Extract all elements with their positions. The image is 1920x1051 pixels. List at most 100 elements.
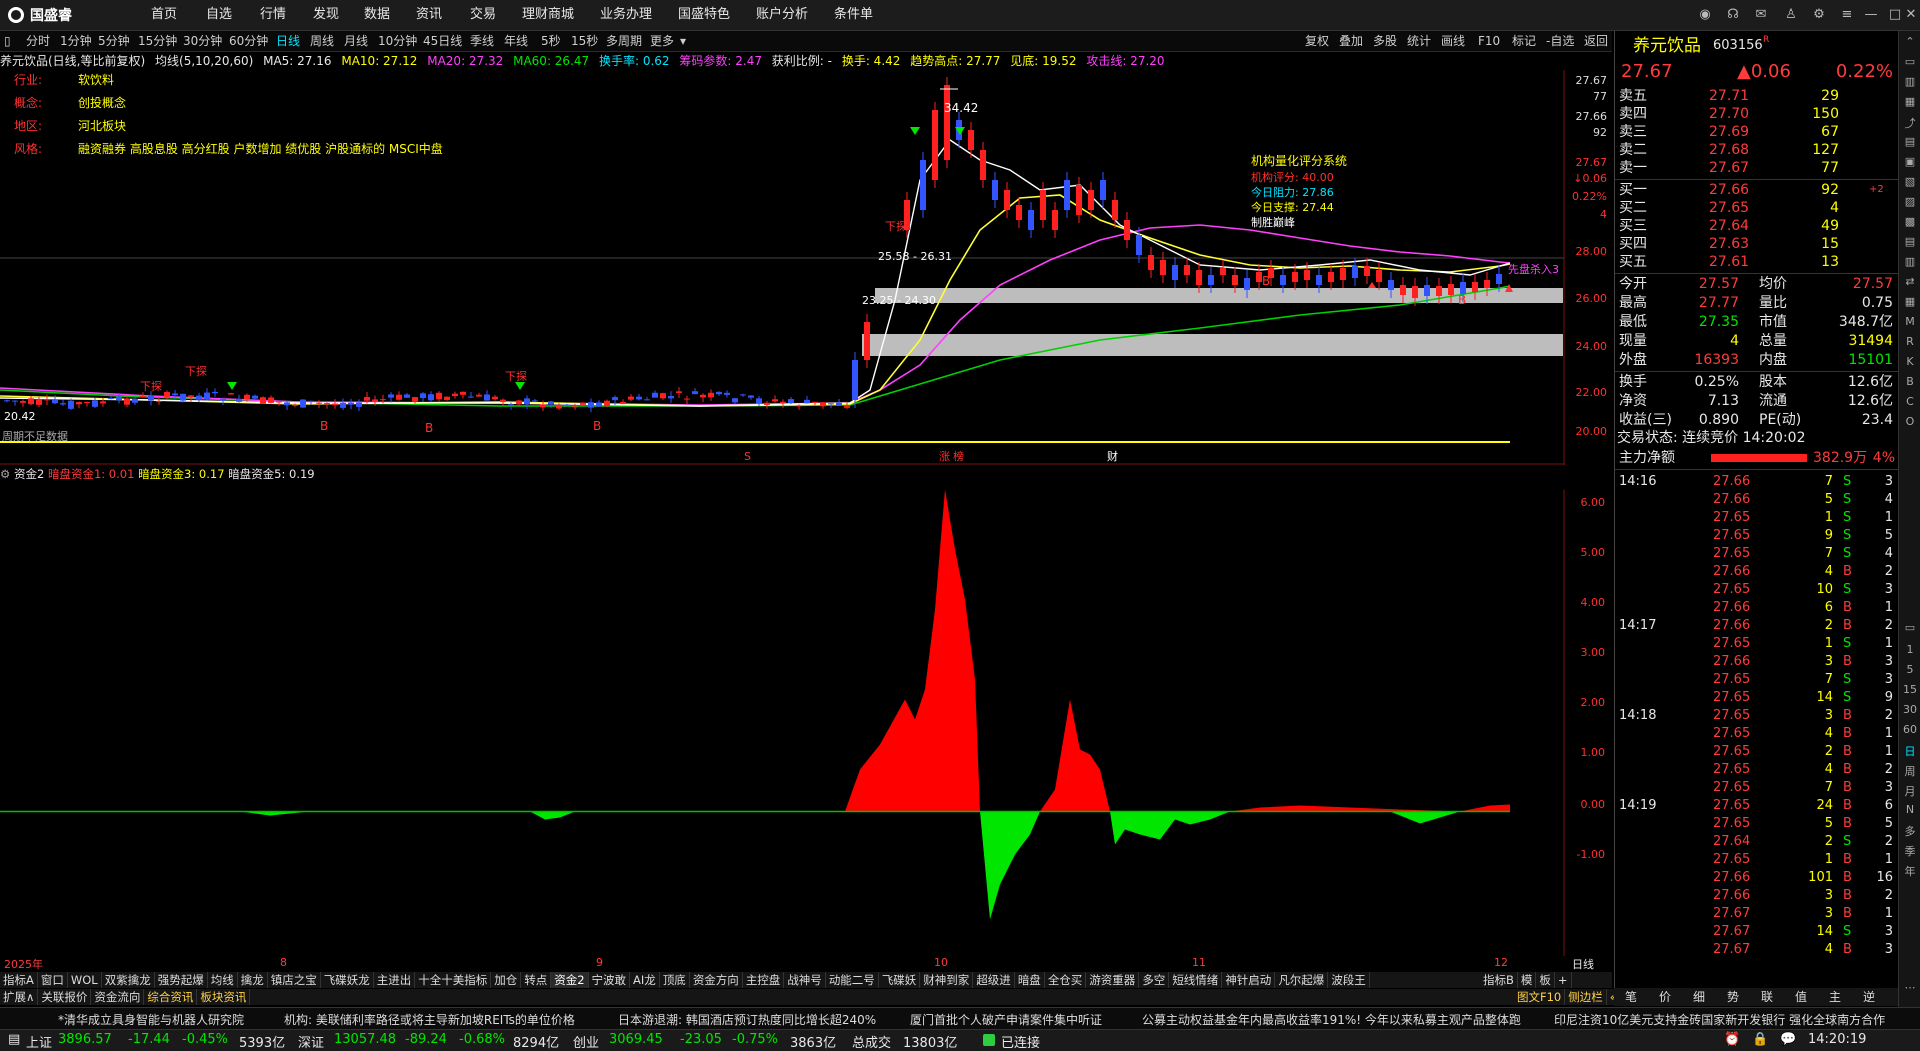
menu-trade[interactable]: 交易 xyxy=(470,0,496,30)
flow-icon[interactable]: ⇄ xyxy=(1902,275,1918,289)
ask-row[interactable]: 卖五 27.71 29 xyxy=(1617,87,1897,105)
tab-indicator[interactable]: WOL xyxy=(68,972,102,988)
side-fenshi-icon[interactable]: ▭ xyxy=(1902,621,1918,635)
kline-icon[interactable]: ▥ xyxy=(1902,75,1918,89)
sub-gear-icon[interactable]: ⚙ xyxy=(0,467,10,481)
tab-detail[interactable]: 细 xyxy=(1682,988,1716,1006)
side-month-icon[interactable]: 月 xyxy=(1902,783,1918,798)
tab-indicator[interactable]: 游资重器 xyxy=(1086,972,1140,988)
side-day-icon[interactable]: 日 xyxy=(1902,743,1918,758)
side-multi-icon[interactable]: 多 xyxy=(1902,823,1918,838)
shirt-icon[interactable]: ♙ xyxy=(1780,5,1802,25)
period-15min[interactable]: 15分钟 xyxy=(138,31,177,51)
tab-capital-flow[interactable]: 资金流向 xyxy=(91,989,145,1005)
ma-label[interactable]: 均线(5,10,20,60) xyxy=(155,54,253,68)
tab-indicator[interactable]: 加仓 xyxy=(491,972,522,988)
kdj-icon[interactable]: K xyxy=(1902,355,1918,369)
tab-indicator[interactable]: 指标A xyxy=(0,972,38,988)
tool-remove-watch[interactable]: -自选 xyxy=(1546,31,1574,51)
settings-icon[interactable]: ⚙ xyxy=(1808,5,1830,25)
ticker-item[interactable]: 厦门首批个人破产申请案件集中听证 xyxy=(910,1011,1102,1028)
tab-indicator[interactable]: 主进出 xyxy=(374,972,416,988)
side-quarter-icon[interactable]: 季 xyxy=(1902,843,1918,858)
tab-indicator[interactable]: 转点 xyxy=(521,972,552,988)
ticker-item[interactable]: 公募主动权益基金年内最高收益率191%! 今年以来私募主观产品整体跑 xyxy=(1142,1011,1521,1028)
tab-indicator-b[interactable]: 指标B xyxy=(1480,972,1518,988)
tab-main[interactable]: 主 xyxy=(1818,988,1852,1006)
side-1-icon[interactable]: 1 xyxy=(1902,643,1918,657)
rsi-icon[interactable]: R xyxy=(1902,335,1918,349)
tab-indicator[interactable]: 主控盘 xyxy=(743,972,785,988)
tool-stats[interactable]: 统计 xyxy=(1407,31,1431,51)
tool-back[interactable]: 返回 xyxy=(1584,31,1608,51)
message-icon[interactable]: ◉ xyxy=(1694,5,1716,25)
tab-indicator[interactable]: AI龙 xyxy=(630,972,660,988)
tab-indicator[interactable]: 十全十美指标 xyxy=(415,972,492,988)
tool-mark[interactable]: 标记 xyxy=(1512,31,1536,51)
side-5-icon[interactable]: 5 xyxy=(1902,663,1918,677)
period-5min[interactable]: 5分钟 xyxy=(98,31,130,51)
f10-icon[interactable]: ▧ xyxy=(1902,175,1918,189)
bid-row[interactable]: 买三 27.64 49 xyxy=(1617,217,1897,235)
tab-f10[interactable]: 图文F10 xyxy=(1514,989,1566,1005)
sh-name[interactable]: 上证 xyxy=(26,1032,52,1051)
headset-icon[interactable]: ☊ xyxy=(1722,5,1744,25)
period-15sec[interactable]: 15秒 xyxy=(571,31,598,51)
tab-indicator[interactable]: 强势起爆 xyxy=(155,972,208,988)
period-monthly[interactable]: 月线 xyxy=(344,31,368,51)
menu-icon[interactable]: ≡ xyxy=(1836,5,1858,25)
tab-related-quote[interactable]: 关联报价 xyxy=(38,989,92,1005)
minimize-icon[interactable]: — xyxy=(1860,5,1882,25)
tab-indicator[interactable]: 镇店之宝 xyxy=(268,972,321,988)
ticker-item[interactable]: 印尼注资10亿美元支持金砖国家新开发银行 强化全球南方合作 xyxy=(1554,1011,1885,1028)
ask-row[interactable]: 卖四 27.70 150 xyxy=(1617,105,1897,123)
minute-chart-icon[interactable]: ▭ xyxy=(1902,55,1918,69)
tool-overlay[interactable]: 叠加 xyxy=(1339,31,1363,51)
tab-indicator[interactable]: 擒龙 xyxy=(238,972,268,988)
chat-icon[interactable]: 💬 xyxy=(1780,1032,1796,1047)
period-settings-icon[interactable]: ▯ xyxy=(4,31,11,51)
grid-icon[interactable]: ▩ xyxy=(1902,215,1918,229)
boll-icon[interactable]: B xyxy=(1902,375,1918,389)
trend-icon[interactable]: ⤴ xyxy=(1902,115,1918,130)
dice-icon[interactable]: ▦ xyxy=(1902,295,1918,309)
status-menu-icon[interactable]: ▤ xyxy=(8,1032,20,1047)
period-1min[interactable]: 1分钟 xyxy=(60,31,92,51)
tab-indicator[interactable]: 资金方向 xyxy=(690,972,743,988)
side-year-icon[interactable]: 年 xyxy=(1902,863,1918,878)
tool-draw[interactable]: 画线 xyxy=(1441,31,1465,51)
tab-template[interactable]: 模 xyxy=(1518,972,1537,988)
sub-indicator-name[interactable]: 资金2 xyxy=(14,467,44,481)
chevron-up-icon[interactable]: ⌃ xyxy=(1902,35,1918,49)
tab-indicator[interactable]: 超级进 xyxy=(973,972,1015,988)
ticker-item[interactable]: 日本游退潮: 韩国酒店预订热度同比增长超240% xyxy=(618,1011,876,1028)
period-multi[interactable]: 多周期 xyxy=(606,31,642,51)
bars-icon[interactable]: ▥ xyxy=(1902,255,1918,269)
info-icon[interactable]: ▣ xyxy=(1902,155,1918,169)
tab-indicator[interactable]: 飞碟妖龙 xyxy=(321,972,374,988)
tab-indicator[interactable]: 战神号 xyxy=(784,972,826,988)
menu-discover[interactable]: 发现 xyxy=(313,0,339,30)
menu-conditional-order[interactable]: 条件单 xyxy=(834,0,873,30)
tab-related[interactable]: 联 xyxy=(1750,988,1784,1006)
tab-sidebar[interactable]: 侧边栏 xyxy=(1565,989,1607,1005)
kline-chart[interactable]: 34.42 25.58 - 26.31 23.25 - 24.30 20.42 … xyxy=(0,70,1565,465)
menu-features[interactable]: 国盛特色 xyxy=(678,0,730,30)
mail-icon[interactable]: ✉ xyxy=(1750,5,1772,25)
alarm-icon[interactable]: ⏰ xyxy=(1724,1032,1740,1047)
tab-indicator[interactable]: 顶底 xyxy=(660,972,690,988)
period-more[interactable]: 更多 xyxy=(650,31,674,51)
compare-icon[interactable]: ▦ xyxy=(1902,95,1918,109)
tab-add[interactable]: + xyxy=(1555,972,1572,988)
menu-market[interactable]: 行情 xyxy=(260,0,286,30)
menu-watchlist[interactable]: 自选 xyxy=(206,0,232,30)
tab-board[interactable]: 板 xyxy=(1536,972,1555,988)
bid-row[interactable]: 买四 27.63 15 xyxy=(1617,235,1897,253)
menu-news[interactable]: 资讯 xyxy=(416,0,442,30)
tab-indicator[interactable]: 财神到家 xyxy=(920,972,974,988)
tab-indicator[interactable]: 短线情绪 xyxy=(1169,972,1223,988)
table-icon[interactable]: ▤ xyxy=(1902,235,1918,249)
ticker-item[interactable]: *清华成立具身智能与机器人研究院 xyxy=(58,1011,244,1028)
roc-icon[interactable]: O xyxy=(1902,415,1918,429)
side-more-icon[interactable]: ⋯ xyxy=(1902,981,1918,995)
